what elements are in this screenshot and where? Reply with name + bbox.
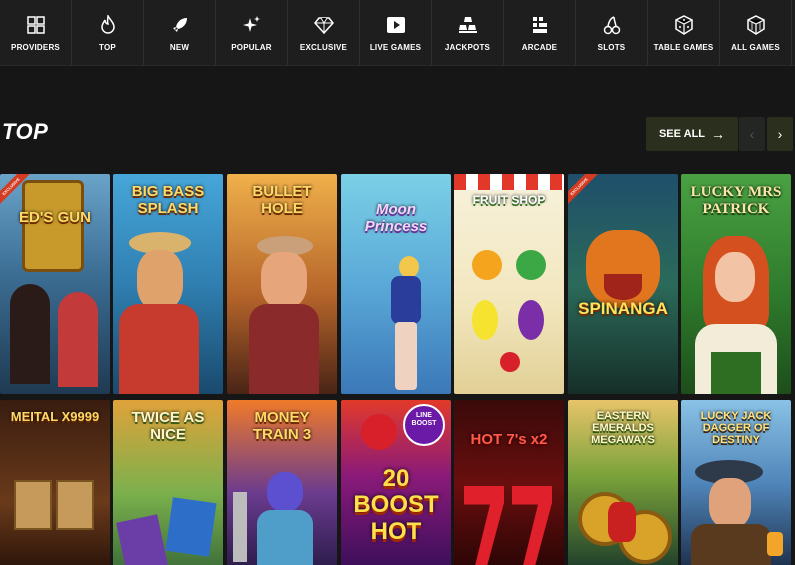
nav-top[interactable]: TOP xyxy=(72,0,144,66)
nav-all-games[interactable]: ALL GAMES xyxy=(720,0,792,66)
cherries-icon xyxy=(603,15,620,34)
game-tile[interactable]: BULLET HOLE xyxy=(227,174,337,394)
nav-label: JACKPOTS xyxy=(444,42,491,52)
see-all-label: SEE ALL xyxy=(658,128,706,140)
see-all-button[interactable]: SEE ALL → xyxy=(646,117,738,151)
cube-icon xyxy=(746,14,765,35)
game-art xyxy=(399,256,419,278)
game-title: MEITAL X9999 xyxy=(10,409,100,424)
game-tile[interactable]: MEITAL X9999 xyxy=(0,400,110,565)
carousel-next-button[interactable]: › xyxy=(767,117,793,151)
game-title: BULLET HOLE xyxy=(252,183,312,217)
game-tile[interactable]: EXCLUSIVE ED'S GUN xyxy=(0,174,110,394)
game-art xyxy=(361,414,397,450)
game-tile[interactable]: LUCKY JACK DAGGER OF DESTINY xyxy=(681,400,791,565)
game-title: LUCKY JACK DAGGER OF DESTINY xyxy=(700,410,772,447)
nav-live-games[interactable]: LIVE GAMES xyxy=(360,0,432,66)
section-title: TOP xyxy=(2,119,49,144)
game-art xyxy=(464,486,504,565)
game-tile[interactable]: MONEY TRAIN 3 xyxy=(227,400,337,565)
nav-exclusive[interactable]: EXCLUSIVE xyxy=(288,0,360,66)
diamond-icon xyxy=(313,16,334,34)
game-title: SPINANGA xyxy=(578,299,668,318)
game-title: BIG BASS SPLASH xyxy=(131,183,205,217)
carousel-prev-button[interactable]: ‹ xyxy=(739,117,765,151)
game-art xyxy=(472,250,502,280)
nav-label: EXCLUSIVE xyxy=(299,42,348,52)
nav-label: ARCADE xyxy=(521,42,558,52)
game-tile[interactable]: BIG BASS SPLASH xyxy=(113,174,223,394)
game-title: FRUIT SHOP xyxy=(472,193,546,207)
nav-label: SLOTS xyxy=(597,42,626,52)
game-tile[interactable]: EASTERN EMERALDS MEGAWAYS xyxy=(568,400,678,565)
rocket-icon xyxy=(172,17,187,32)
nav-label: LIVE GAMES xyxy=(369,42,422,52)
game-tile[interactable]: Moon Princess xyxy=(341,174,451,394)
chevron-left-icon: ‹ xyxy=(749,126,755,142)
nav-new[interactable]: NEW xyxy=(144,0,216,66)
arcade-icon xyxy=(532,16,547,33)
nav-providers[interactable]: PROVIDERS xyxy=(0,0,72,66)
game-tile[interactable]: TWICE AS NICE xyxy=(113,400,223,565)
game-tile[interactable]: FRUIT SHOP xyxy=(454,174,564,394)
game-art xyxy=(116,514,168,565)
game-title: Moon Princess xyxy=(364,201,428,235)
game-title: HOT 7's x2 xyxy=(470,431,548,448)
play-icon xyxy=(386,16,405,33)
nav-table-games[interactable]: TABLE GAMES xyxy=(648,0,720,66)
chevron-right-icon: › xyxy=(777,126,783,142)
game-title: EASTERN EMERALDS MEGAWAYS xyxy=(591,410,655,447)
game-title: TWICE AS NICE xyxy=(131,409,205,443)
game-tile[interactable]: LUCKY MRS PATRICK xyxy=(681,174,791,394)
game-title: LUCKY MRS PATRICK xyxy=(690,184,782,217)
game-title: ED'S GUN xyxy=(19,209,91,226)
nav-label: NEW xyxy=(169,42,190,52)
dice-icon xyxy=(674,14,693,35)
game-title: 20 BOOST HOT xyxy=(353,465,439,545)
gold-bars-icon xyxy=(458,16,477,33)
game-tile[interactable]: LINE BOOST 20 BOOST HOT xyxy=(341,400,451,565)
nav-label: TOP xyxy=(99,42,116,52)
providers-icon xyxy=(26,15,45,34)
nav-arcade[interactable]: ARCADE xyxy=(504,0,576,66)
category-nav: PROVIDERS TOP NEW POPULAR EXCLUSIVE LIVE… xyxy=(0,0,795,66)
nav-popular[interactable]: POPULAR xyxy=(216,0,288,66)
exclusive-badge: EXCLUSIVE xyxy=(568,174,600,208)
nav-label: PROVIDERS xyxy=(11,42,60,52)
nav-label: TABLE GAMES xyxy=(653,42,714,52)
nav-label: POPULAR xyxy=(231,42,272,52)
line-boost-badge: LINE BOOST xyxy=(411,412,437,427)
nav-slots[interactable]: SLOTS xyxy=(576,0,648,66)
game-tile[interactable]: EXCLUSIVE SPINANGA xyxy=(568,174,678,394)
sparkles-icon xyxy=(242,15,260,32)
arrow-right-icon: → xyxy=(711,126,726,142)
nav-jackpots[interactable]: JACKPOTS xyxy=(432,0,504,66)
game-art xyxy=(14,480,52,530)
flame-icon xyxy=(100,14,115,34)
game-tile[interactable]: HOT 7's x2 xyxy=(454,400,564,565)
nav-label: ALL GAMES xyxy=(731,42,780,52)
game-art xyxy=(267,472,303,512)
game-title: MONEY TRAIN 3 xyxy=(252,409,312,443)
